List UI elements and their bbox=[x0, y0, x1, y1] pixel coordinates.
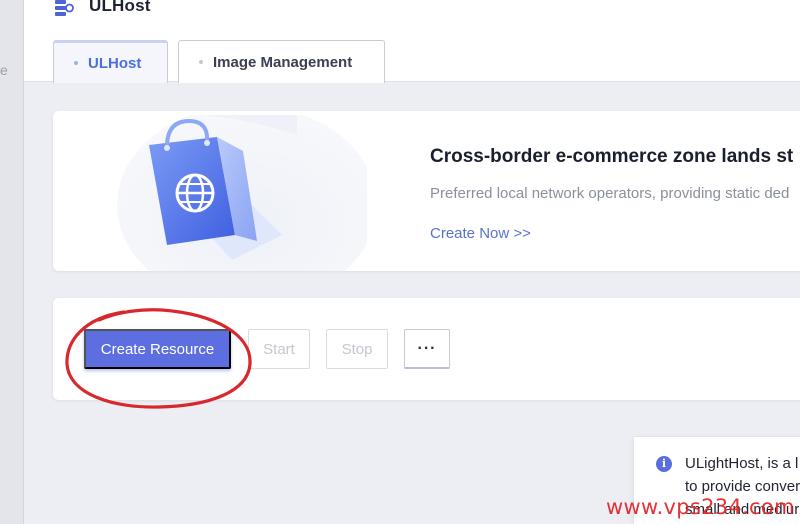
sidebar-partial-label[interactable]: e bbox=[0, 62, 8, 78]
banner-title: Cross-border e-commerce zone lands st bbox=[430, 146, 794, 167]
tab-image-management[interactable]: Image Management bbox=[178, 40, 385, 83]
tab-label: Image Management bbox=[213, 53, 353, 71]
tab-dot bbox=[199, 60, 203, 64]
start-button[interactable]: Start bbox=[248, 329, 310, 369]
server-stack-icon bbox=[55, 0, 74, 16]
shopping-bag-globe-icon bbox=[107, 115, 367, 271]
tab-label: ULHost bbox=[88, 54, 142, 72]
app-title: ULHost bbox=[89, 0, 151, 15]
more-options-button[interactable]: ··· bbox=[404, 329, 450, 369]
tab-dot bbox=[74, 61, 78, 65]
stop-button[interactable]: Stop bbox=[326, 329, 388, 369]
info-icon: i bbox=[656, 456, 672, 472]
annotation-circle bbox=[65, 308, 252, 409]
left-sidebar: e bbox=[0, 0, 24, 524]
promo-banner: Cross-border e-commerce zone lands st Pr… bbox=[53, 111, 800, 271]
banner-description: Preferred local network operators, provi… bbox=[430, 185, 790, 202]
watermark: www.vps234.com bbox=[606, 495, 795, 519]
tab-ulhost[interactable]: ULHost bbox=[53, 40, 168, 83]
info-text-line: ULightHost, is a l bbox=[685, 455, 799, 472]
create-now-link[interactable]: Create Now >> bbox=[430, 225, 531, 242]
info-text-line: to provide conver bbox=[685, 478, 800, 495]
